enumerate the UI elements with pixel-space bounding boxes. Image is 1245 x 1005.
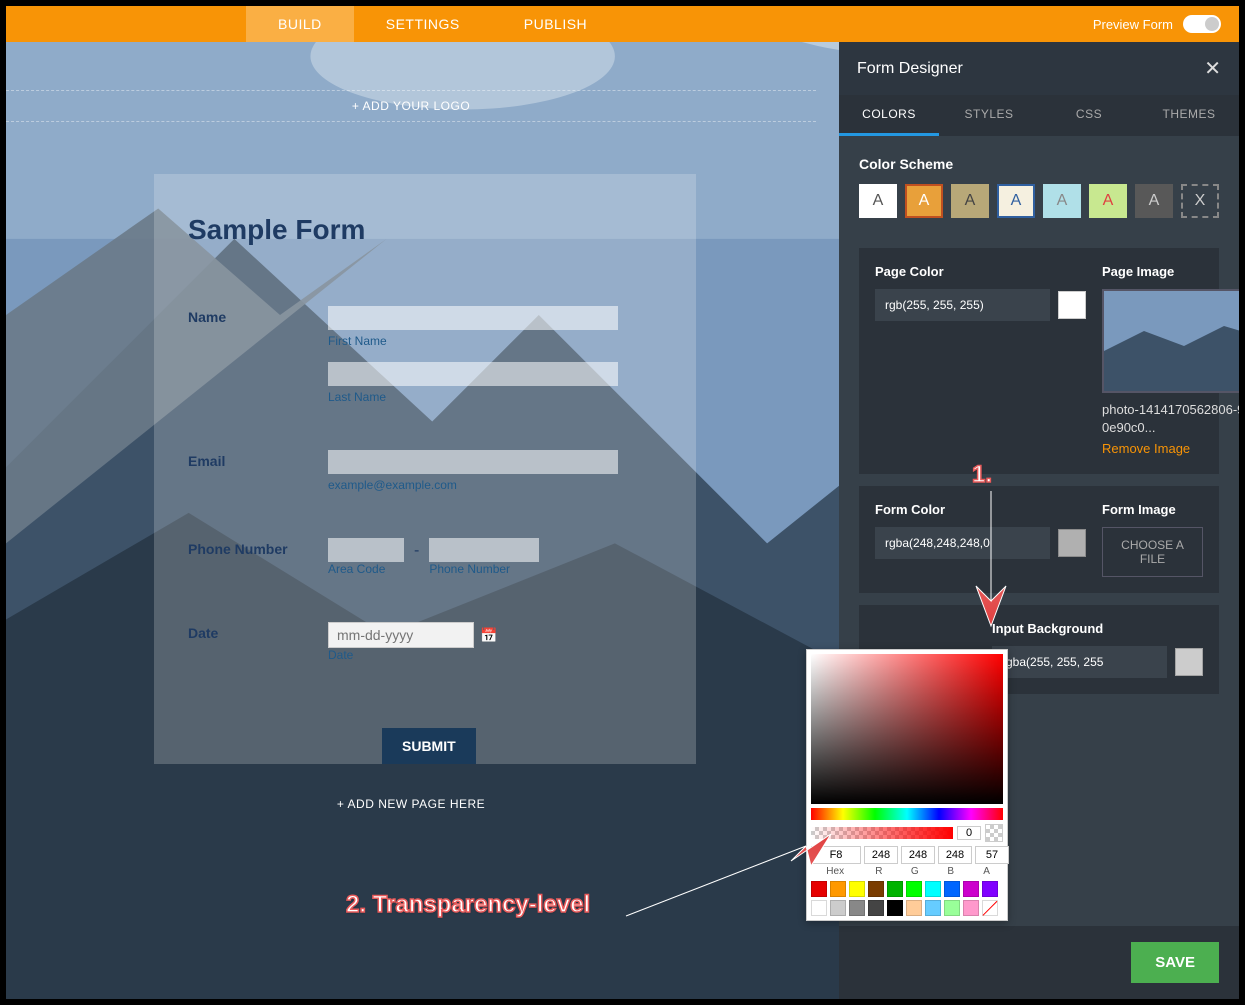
page-color-swatch[interactable]	[1058, 291, 1086, 319]
input-background-label: Input Background	[992, 621, 1203, 636]
remove-image-link[interactable]: Remove Image	[1102, 441, 1190, 456]
scheme-2[interactable]: A	[905, 184, 943, 218]
preview-form-label: Preview Form	[1093, 17, 1173, 32]
picker-swatch[interactable]	[868, 881, 884, 897]
phone-label: Phone Number	[188, 538, 328, 590]
picker-hue-slider[interactable]	[811, 808, 1003, 820]
scheme-6[interactable]: A	[1089, 184, 1127, 218]
color-picker-popup: Hex R G B A	[806, 649, 1008, 921]
picker-alpha-value[interactable]	[957, 826, 981, 840]
phone-number-sublabel: Phone Number	[429, 562, 539, 576]
picker-swatch[interactable]	[982, 881, 998, 897]
tab-settings[interactable]: SETTINGS	[354, 6, 492, 42]
picker-swatch[interactable]	[849, 900, 865, 916]
picker-b-label: B	[934, 866, 967, 877]
form-title: Sample Form	[188, 214, 662, 246]
picker-swatch[interactable]	[906, 881, 922, 897]
email-input[interactable]	[328, 450, 618, 474]
form-color-input[interactable]	[875, 527, 1050, 559]
close-icon[interactable]: ✕	[1204, 56, 1221, 81]
picker-swatch[interactable]	[811, 900, 827, 916]
first-name-input[interactable]	[328, 306, 618, 330]
preview-toggle[interactable]	[1183, 15, 1221, 33]
panel-tab-themes[interactable]: THEMES	[1139, 95, 1239, 136]
panel-tab-css[interactable]: CSS	[1039, 95, 1139, 136]
picker-swatch[interactable]	[944, 881, 960, 897]
page-color-label: Page Color	[875, 264, 1086, 279]
date-sublabel: Date	[328, 648, 662, 662]
picker-hex-input[interactable]	[811, 846, 861, 864]
picker-saturation-value[interactable]	[811, 654, 1003, 804]
add-page-button[interactable]: + ADD NEW PAGE HERE	[6, 797, 816, 811]
picker-a-label: A	[970, 866, 1003, 877]
picker-swatch[interactable]	[849, 881, 865, 897]
form-color-label: Form Color	[875, 502, 1086, 517]
save-button[interactable]: SAVE	[1131, 942, 1219, 983]
page-image-caption: photo-1414170562806-9d670e90c0...	[1102, 401, 1239, 437]
picker-swatch[interactable]	[963, 900, 979, 916]
picker-g-label: G	[898, 866, 931, 877]
add-logo-button[interactable]: + ADD YOUR LOGO	[6, 90, 816, 122]
first-name-sublabel: First Name	[328, 334, 662, 348]
picker-g-input[interactable]	[901, 846, 935, 864]
picker-swatch[interactable]	[925, 881, 941, 897]
picker-preview-swatch	[985, 824, 1003, 842]
picker-hex-label: Hex	[811, 866, 859, 877]
scheme-4[interactable]: A	[997, 184, 1035, 218]
picker-swatch[interactable]	[887, 881, 903, 897]
date-input[interactable]	[328, 622, 474, 648]
page-color-input[interactable]	[875, 289, 1050, 321]
scheme-1[interactable]: A	[859, 184, 897, 218]
picker-swatch[interactable]	[811, 881, 827, 897]
scheme-3[interactable]: A	[951, 184, 989, 218]
picker-swatch[interactable]	[925, 900, 941, 916]
picker-swatch[interactable]	[887, 900, 903, 916]
scheme-7[interactable]: A	[1135, 184, 1173, 218]
picker-swatch[interactable]	[830, 900, 846, 916]
name-label: Name	[188, 306, 328, 418]
tab-build[interactable]: BUILD	[246, 6, 354, 42]
picker-r-label: R	[862, 866, 895, 877]
phone-number-input[interactable]	[429, 538, 539, 562]
email-label: Email	[188, 450, 328, 506]
panel-title: Form Designer	[857, 60, 963, 78]
form-image-label: Form Image	[1102, 502, 1203, 517]
last-name-sublabel: Last Name	[328, 390, 662, 404]
picker-b-input[interactable]	[938, 846, 972, 864]
choose-file-button[interactable]: CHOOSE A FILE	[1102, 527, 1203, 577]
picker-alpha-slider[interactable]	[811, 827, 953, 839]
submit-button[interactable]: SUBMIT	[382, 728, 476, 764]
calendar-icon[interactable]: 📅	[480, 627, 497, 644]
picker-swatch[interactable]	[868, 900, 884, 916]
page-image-thumbnail[interactable]	[1102, 289, 1239, 393]
panel-tab-styles[interactable]: STYLES	[939, 95, 1039, 136]
tab-publish[interactable]: PUBLISH	[492, 6, 619, 42]
last-name-input[interactable]	[328, 362, 618, 386]
scheme-5[interactable]: A	[1043, 184, 1081, 218]
scheme-custom[interactable]: X	[1181, 184, 1219, 218]
picker-swatch[interactable]	[944, 900, 960, 916]
page-image-label: Page Image	[1102, 264, 1239, 279]
date-label: Date	[188, 622, 328, 676]
picker-r-input[interactable]	[864, 846, 898, 864]
form-preview: Sample Form Name First Name Last Name Em…	[154, 174, 696, 764]
picker-swatch[interactable]	[830, 881, 846, 897]
top-header: BUILD SETTINGS PUBLISH Preview Form	[6, 6, 1239, 42]
area-code-input[interactable]	[328, 538, 404, 562]
panel-tab-colors[interactable]: COLORS	[839, 95, 939, 136]
picker-swatch[interactable]	[906, 900, 922, 916]
input-bg-swatch[interactable]	[1175, 648, 1203, 676]
picker-swatch[interactable]	[982, 900, 998, 916]
input-bg-input[interactable]	[992, 646, 1167, 678]
email-sublabel: example@example.com	[328, 478, 662, 492]
picker-a-input[interactable]	[975, 846, 1009, 864]
picker-swatch[interactable]	[963, 881, 979, 897]
form-color-swatch[interactable]	[1058, 529, 1086, 557]
color-scheme-label: Color Scheme	[859, 156, 1219, 172]
phone-separator: -	[414, 538, 419, 590]
area-code-sublabel: Area Code	[328, 562, 404, 576]
